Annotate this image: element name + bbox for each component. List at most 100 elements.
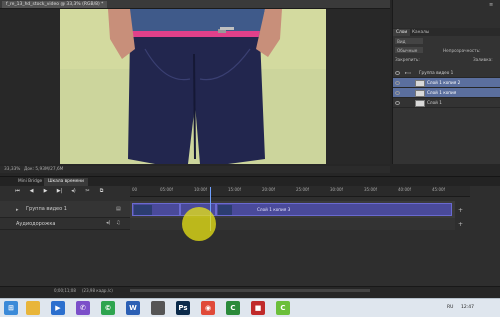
visibility-eye-icon[interactable] bbox=[395, 71, 400, 75]
viber-icon[interactable]: ✆ bbox=[76, 301, 90, 315]
track-name: Группа видео 1 bbox=[26, 206, 67, 212]
prev-frame-icon[interactable]: ◀ bbox=[28, 188, 35, 195]
layer-name: Слой 1 bbox=[427, 100, 442, 105]
layer-name: Группа видео 1 bbox=[419, 70, 454, 75]
layer-name: Слой 1 копия 2 bbox=[427, 80, 461, 85]
ruler-tick: 05:00f bbox=[160, 187, 173, 192]
clip-thumbnail bbox=[134, 205, 152, 215]
ruler-tick: 45:00f bbox=[432, 187, 445, 192]
tab-timeline[interactable]: Шкала времени bbox=[44, 178, 88, 186]
visibility-eye-icon[interactable] bbox=[395, 91, 400, 95]
time-ruler[interactable]: 00 05:00f 10:00f 15:00f 20:00f 25:00f 30… bbox=[130, 186, 470, 197]
layer-row-group[interactable]: ▸▭ Группа видео 1 bbox=[393, 68, 500, 78]
playback-controls: ⏮ ◀ ▶ ▶| ◂) ✂ ⧉ bbox=[0, 186, 130, 197]
clip-label: Слой 1 копия 3 bbox=[257, 207, 291, 212]
thumb-icon[interactable] bbox=[151, 301, 165, 315]
ruler-tick: 10:00f bbox=[194, 187, 207, 192]
language-indicator[interactable]: RU bbox=[447, 305, 453, 310]
layers-panel: Слои Каналы Вид Обычные Непрозрачность: … bbox=[392, 28, 500, 164]
video-track: Слой 1 копия 3 bbox=[130, 201, 455, 218]
ruler-tick: 40:00f bbox=[398, 187, 411, 192]
windows-taskbar: ⊞ ▶ ✆ © W Ps ◉ C ■ C RU 12:47 bbox=[0, 298, 500, 317]
word-icon[interactable]: W bbox=[126, 301, 140, 315]
layer-row[interactable]: Слой 1 копия 2 bbox=[393, 78, 500, 88]
system-tray: RU 12:47 bbox=[395, 302, 499, 315]
layer-thumbnail bbox=[415, 79, 425, 87]
top-right-panel: ≡ bbox=[392, 0, 500, 28]
frame-rate: (23,98 кадр./с) bbox=[82, 288, 113, 293]
layer-filter-row: Вид bbox=[395, 38, 499, 45]
timeline-tabs: Mini Bridge Шкала времени bbox=[0, 177, 500, 186]
cursor-highlight bbox=[182, 207, 216, 241]
timeline-zoom-slider[interactable] bbox=[130, 289, 370, 292]
tab-layers[interactable]: Слои bbox=[393, 29, 411, 36]
add-media-icon[interactable]: + bbox=[458, 207, 463, 214]
chrome-icon[interactable]: ◉ bbox=[201, 301, 215, 315]
canvas-area[interactable]: 33,33% Док: 5,93M/27,6M bbox=[0, 9, 390, 173]
clock[interactable]: 12:47 bbox=[461, 305, 474, 310]
layer-row[interactable]: Слой 1 bbox=[393, 98, 500, 108]
start-button[interactable]: ⊞ bbox=[4, 301, 18, 315]
audio-icon[interactable]: ◂) bbox=[70, 188, 77, 195]
music-note-icon[interactable]: ♫ bbox=[116, 220, 120, 226]
folder-icon[interactable] bbox=[26, 301, 40, 315]
blend-row: Обычные Непрозрачность: bbox=[395, 47, 499, 54]
jeans-photo bbox=[60, 9, 326, 164]
photoshop-icon[interactable]: Ps bbox=[176, 301, 190, 315]
photoshop-window: f_re_13_hd_stock_video @ 33,3% (RGB/8) * bbox=[0, 0, 500, 317]
app-red-icon[interactable]: ■ bbox=[251, 301, 265, 315]
ruler-tick: 15:00f bbox=[228, 187, 241, 192]
kind-filter-label: Вид bbox=[397, 39, 406, 44]
camtasia-icon[interactable]: C bbox=[276, 301, 290, 315]
play-icon[interactable]: ▶ bbox=[42, 188, 49, 195]
layer-name: Слой 1 копия bbox=[427, 90, 457, 95]
timeline-panel: Mini Bridge Шкала времени ⏮ ◀ ▶ ▶| ◂) ✂ … bbox=[0, 176, 500, 294]
track-name: Аудиодорожка bbox=[16, 221, 56, 227]
document-image bbox=[60, 9, 326, 164]
ruler-tick: 00 bbox=[132, 187, 138, 192]
layers-panel-tabs: Слои Каналы bbox=[393, 28, 500, 36]
transition-icon[interactable]: ⧉ bbox=[98, 188, 105, 195]
add-audio-icon[interactable]: + bbox=[458, 221, 463, 228]
layer-thumbnail bbox=[415, 99, 425, 107]
folder-icon: ▸▭ bbox=[405, 70, 412, 75]
audio-track[interactable] bbox=[130, 218, 455, 230]
doc-size: Док: 5,93M/27,6M bbox=[24, 167, 64, 172]
media-icon[interactable]: ▶ bbox=[51, 301, 65, 315]
ruler-tick: 35:00f bbox=[364, 187, 377, 192]
blend-mode-select[interactable]: Обычные bbox=[395, 47, 423, 53]
opacity-label: Непрозрачность: bbox=[443, 48, 481, 53]
tab-channels[interactable]: Каналы bbox=[409, 29, 432, 36]
clip-thumbnail bbox=[218, 205, 232, 215]
timecode: 0;00;11;08 bbox=[54, 288, 76, 293]
video-clip[interactable]: Слой 1 копия 3 bbox=[216, 203, 452, 216]
next-frame-icon[interactable]: ▶| bbox=[56, 188, 63, 195]
video-clip[interactable] bbox=[132, 203, 180, 216]
ruler-tick: 20:00f bbox=[262, 187, 275, 192]
kind-filter-select[interactable]: Вид bbox=[395, 38, 423, 44]
document-tab[interactable]: f_re_13_hd_stock_video @ 33,3% (RGB/8) * bbox=[2, 1, 108, 8]
panel-menu-icon[interactable]: ≡ bbox=[489, 2, 497, 8]
audio-track-header[interactable]: Аудиодорожка ◂) ♫ bbox=[0, 218, 130, 230]
layer-thumbnail bbox=[415, 89, 425, 97]
app-green-icon[interactable]: © bbox=[101, 301, 115, 315]
track-menu-icon[interactable]: ▤ bbox=[116, 206, 121, 212]
app-c-icon[interactable]: C bbox=[226, 301, 240, 315]
go-to-first-frame-icon[interactable]: ⏮ bbox=[14, 188, 21, 195]
layer-row[interactable]: Слой 1 копия bbox=[393, 88, 500, 98]
visibility-eye-icon[interactable] bbox=[395, 101, 400, 105]
split-clip-icon[interactable]: ✂ bbox=[84, 188, 91, 195]
tab-mini-bridge[interactable]: Mini Bridge bbox=[14, 178, 46, 186]
mute-icon[interactable]: ◂) bbox=[106, 220, 110, 226]
ruler-tick: 25:00f bbox=[296, 187, 309, 192]
timeline-footer: 0;00;11;08 (23,98 кадр./с) bbox=[0, 286, 500, 294]
ruler-tick: 30:00f bbox=[330, 187, 343, 192]
fill-label: Заливка: bbox=[473, 57, 493, 62]
blend-mode-value: Обычные bbox=[397, 48, 418, 53]
video-group-track-header[interactable]: ▸ Группа видео 1 ▤ bbox=[0, 201, 130, 218]
status-bar: 33,33% Док: 5,93M/27,6M bbox=[0, 166, 390, 173]
zoom-level[interactable]: 33,33% bbox=[4, 166, 20, 173]
visibility-eye-icon[interactable] bbox=[395, 81, 400, 85]
expand-chevron-icon[interactable]: ▸ bbox=[16, 207, 19, 213]
document-tab-bar: f_re_13_hd_stock_video @ 33,3% (RGB/8) * bbox=[0, 0, 390, 9]
